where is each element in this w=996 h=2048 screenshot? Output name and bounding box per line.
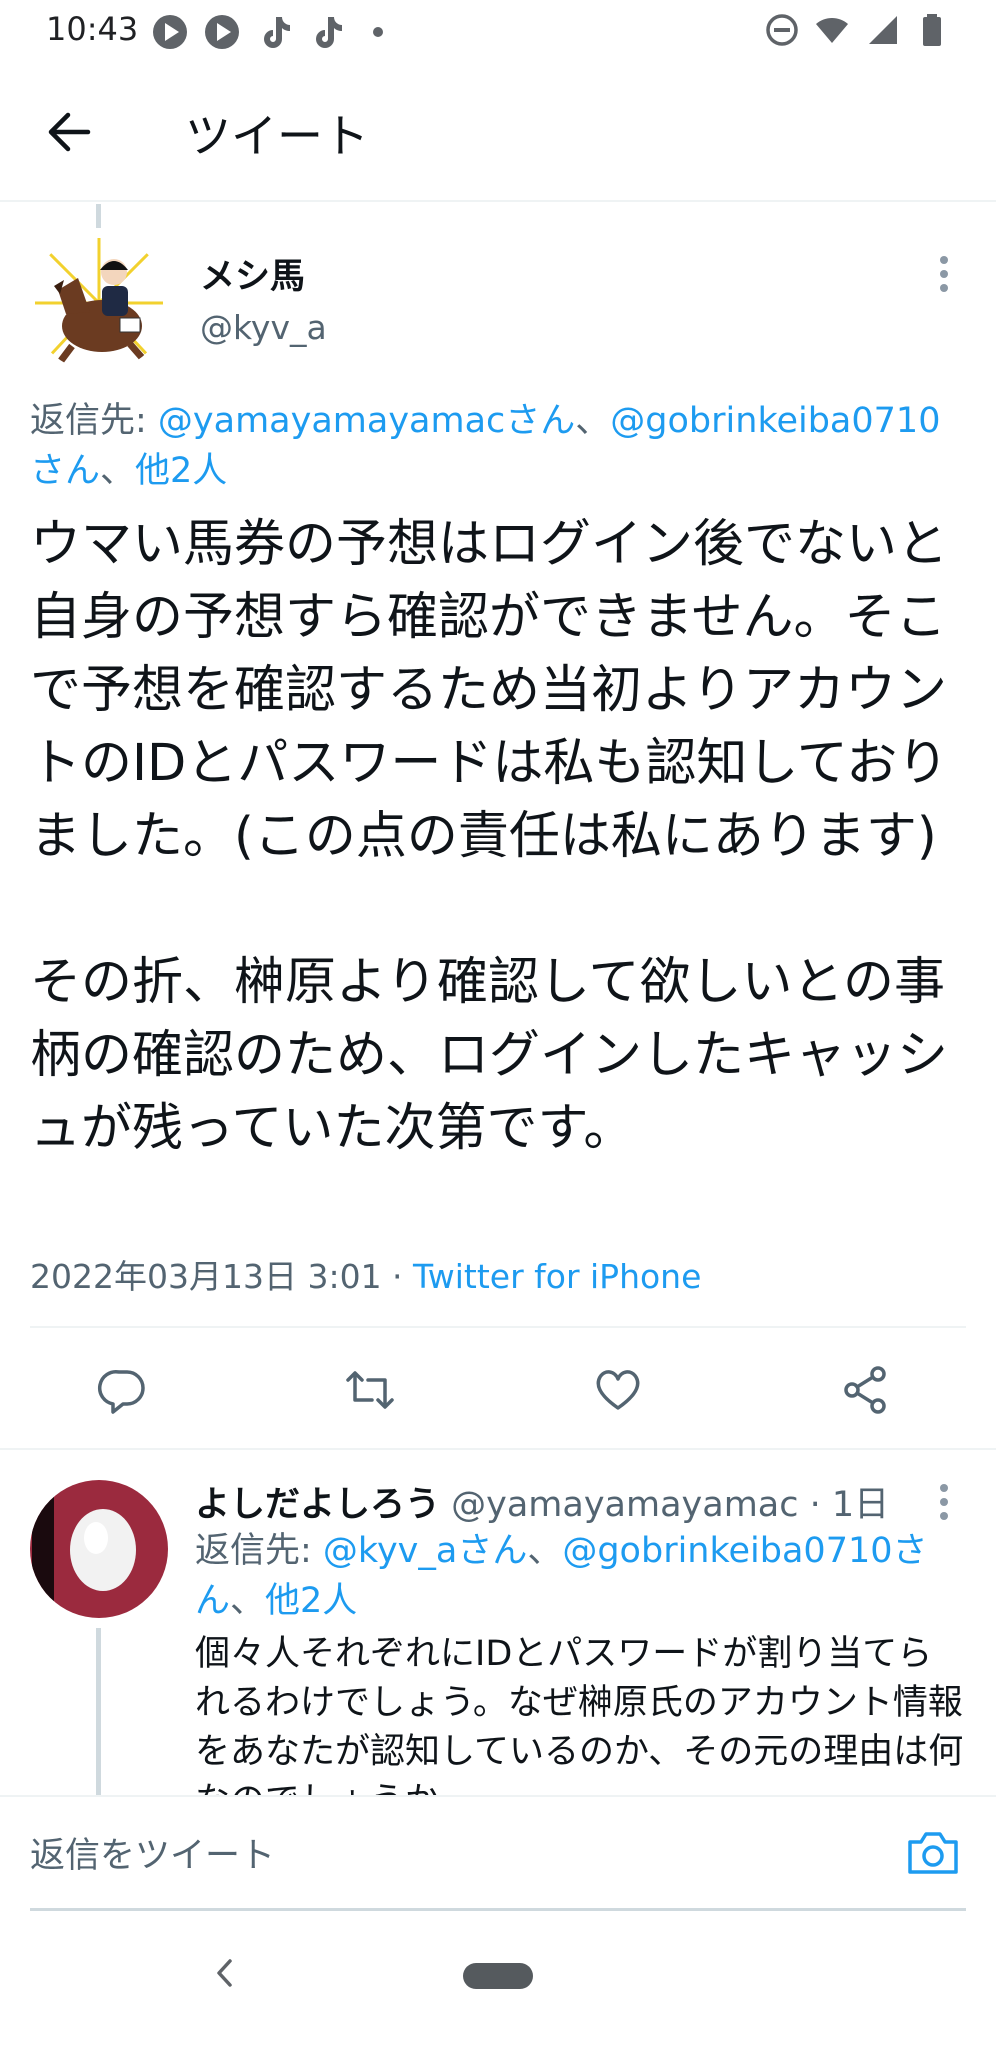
tweet-meta: 2022年03月13日 3:01 · Twitter for iPhone	[30, 1250, 701, 1298]
reply-more-options-button[interactable]	[930, 1480, 958, 1524]
system-back-button[interactable]	[205, 1953, 245, 1993]
others-link[interactable]: 他2人	[265, 1581, 357, 1621]
avatar[interactable]	[30, 1480, 168, 1618]
wifi-icon	[816, 18, 848, 43]
system-icons	[764, 12, 950, 48]
action-bar	[0, 1350, 996, 1430]
more-vertical-icon	[940, 256, 948, 292]
play-icon	[205, 15, 239, 49]
back-button[interactable]	[40, 102, 100, 162]
like-icon	[596, 1370, 640, 1410]
mention-link[interactable]: @yamayamayamacさん	[158, 401, 575, 441]
reply-to-separator: 、	[575, 401, 611, 441]
reply-header: よしだよしろう @yamayamayamac · 1日	[195, 1476, 889, 1527]
chevron-left-icon	[217, 1959, 232, 1987]
share-button[interactable]	[838, 1362, 894, 1418]
more-vertical-icon	[940, 1484, 948, 1520]
thread-line	[96, 204, 101, 228]
arrow-left-icon	[48, 112, 91, 152]
reply-to-line: 返信先: @yamayamayamacさん、@gobrinkeiba0710さん…	[30, 396, 970, 496]
retweet-icon	[346, 1371, 394, 1409]
battery-icon	[923, 14, 941, 46]
status-bar: 10:43	[0, 0, 996, 62]
share-icon	[844, 1366, 886, 1414]
notification-icons	[150, 12, 398, 52]
reply-tweet[interactable]: よしだよしろう @yamayamayamac · 1日 返信先: @kyv_aさ…	[0, 1450, 996, 1795]
play-icon	[153, 15, 187, 49]
reply-to-prefix: 返信先:	[30, 401, 158, 441]
reply-icon	[97, 1369, 145, 1414]
reply-to-line: 返信先: @kyv_aさん、@gobrinkeiba0710さん、他2人	[195, 1526, 965, 1626]
others-link[interactable]: 他2人	[135, 451, 227, 491]
meta-separator: ·	[381, 1257, 414, 1296]
tweet-source-link[interactable]: Twitter for iPhone	[413, 1257, 701, 1296]
reply-to-separator: 、	[100, 451, 136, 491]
reply-author-handle[interactable]: @yamayamayamac	[440, 1485, 798, 1525]
page-title: ツイート	[185, 109, 369, 163]
reply-text: 個々人それぞれにIDとパスワードが割り当てられるわけでしょう。なぜ榊原氏のアカウ…	[195, 1634, 964, 1795]
horse-rider-avatar-icon	[30, 234, 168, 372]
do-not-disturb-icon	[766, 14, 798, 46]
signal-icon	[869, 16, 897, 44]
author-handle[interactable]: @kyv_a	[200, 308, 327, 347]
retweet-button[interactable]	[342, 1362, 398, 1418]
camera-button[interactable]	[905, 1825, 961, 1881]
thread-line	[96, 1628, 101, 1795]
compose-underline	[30, 1908, 966, 1911]
author-name[interactable]: メシ馬	[200, 248, 305, 299]
avatar[interactable]	[30, 234, 168, 372]
home-pill-button[interactable]	[463, 1963, 533, 1989]
app-header: ツイート	[0, 62, 996, 202]
tweet-text: ウマい馬券の予想はログイン後でないと自身の予想すら確認ができません。そこで予想を…	[30, 515, 949, 1158]
status-time: 10:43	[46, 10, 139, 48]
reply-time: · 1日	[798, 1485, 890, 1525]
reply-to-separator: 、	[230, 1581, 266, 1621]
divider	[30, 1326, 966, 1328]
tiktok-icon	[264, 17, 290, 48]
reply-input[interactable]: 返信をツイート	[30, 1827, 275, 1878]
tweet-timestamp[interactable]: 2022年03月13日 3:01	[30, 1257, 382, 1296]
reply-to-prefix: 返信先:	[195, 1531, 323, 1571]
reply-button[interactable]	[95, 1362, 151, 1418]
reply-author-name[interactable]: よしだよしろう	[195, 1485, 440, 1525]
egg-avatar-icon	[30, 1480, 168, 1618]
compose-bar: 返信をツイート	[0, 1795, 996, 1913]
camera-icon	[908, 1832, 958, 1874]
tiktok-icon	[316, 17, 342, 48]
mention-link[interactable]: @kyv_aさん	[323, 1531, 527, 1571]
reply-to-separator: 、	[527, 1531, 563, 1571]
system-nav-bar	[0, 1913, 996, 2048]
more-options-button[interactable]	[930, 252, 958, 296]
like-button[interactable]	[590, 1362, 646, 1418]
dot-icon	[373, 27, 383, 37]
